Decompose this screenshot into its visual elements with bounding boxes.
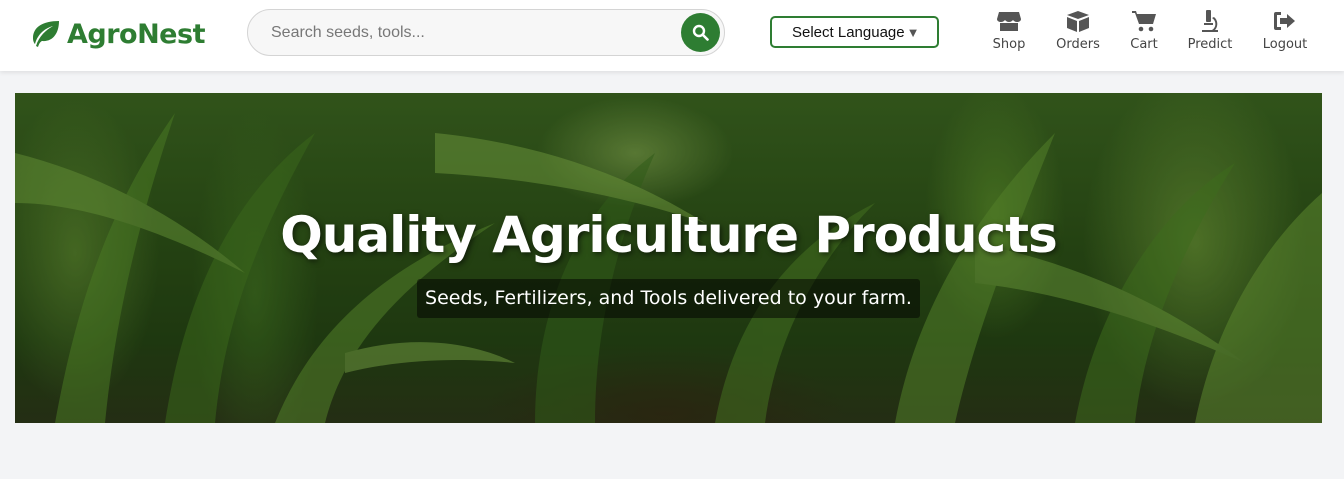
brand-name: AgroNest — [67, 18, 205, 50]
cart-icon — [1132, 11, 1156, 32]
chevron-down-icon: ▼ — [906, 24, 920, 40]
search-button[interactable] — [681, 13, 720, 52]
hero-subtitle: Seeds, Fertilizers, and Tools delivered … — [417, 279, 920, 318]
nav-logout[interactable]: Logout — [1262, 8, 1308, 58]
top-navbar: AgroNest Select Language ▼ Shop Orders — [0, 0, 1344, 71]
language-select-label: Select Language — [792, 23, 905, 41]
nav-predict[interactable]: Predict — [1187, 8, 1233, 58]
hero-title: Quality Agriculture Products — [280, 206, 1058, 264]
nav-orders[interactable]: Orders — [1055, 8, 1101, 58]
nav-cart-label: Cart — [1130, 37, 1158, 52]
language-select[interactable]: Select Language ▼ — [770, 16, 939, 48]
box-icon — [1067, 11, 1089, 32]
nav-orders-label: Orders — [1056, 37, 1100, 52]
search-bar — [247, 9, 725, 56]
logout-icon — [1274, 12, 1295, 30]
store-icon — [997, 12, 1021, 31]
brand-logo[interactable]: AgroNest — [29, 14, 205, 54]
nav-predict-label: Predict — [1187, 37, 1233, 52]
hero-banner: Quality Agriculture Products Seeds, Fert… — [15, 93, 1322, 423]
nav-cart[interactable]: Cart — [1128, 8, 1160, 58]
nav-shop[interactable]: Shop — [992, 8, 1026, 58]
microscope-icon — [1202, 10, 1218, 32]
leaf-icon — [33, 21, 59, 47]
search-input[interactable] — [249, 11, 669, 54]
nav-shop-label: Shop — [992, 37, 1026, 52]
search-icon — [692, 24, 709, 41]
nav-logout-label: Logout — [1262, 37, 1308, 52]
